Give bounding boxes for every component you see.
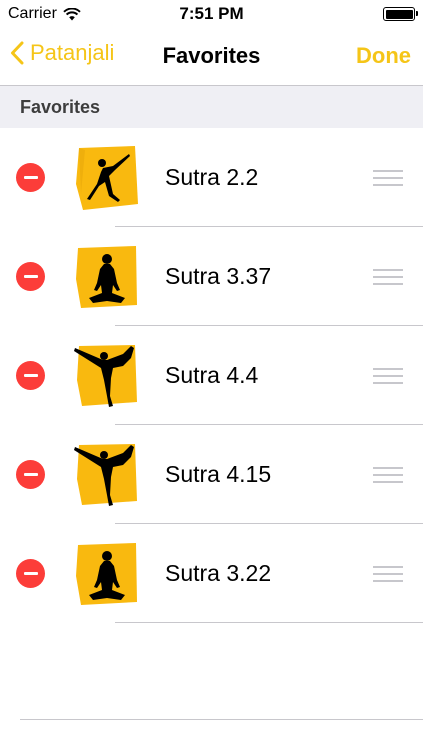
lotus-pose-icon (76, 246, 137, 308)
list-item[interactable]: Sutra 4.4 (0, 326, 423, 425)
lotus-pose-icon (76, 543, 137, 605)
status-bar: Carrier 7:51 PM (0, 0, 423, 28)
reorder-handle[interactable] (373, 170, 403, 186)
carrier-label: Carrier (8, 5, 57, 22)
reorder-handle[interactable] (373, 467, 403, 483)
wifi-icon (63, 7, 81, 20)
list-item[interactable]: Sutra 3.22 (0, 524, 423, 623)
row-label: Sutra 2.2 (165, 164, 259, 190)
list-item[interactable]: Sutra 2.2 (0, 128, 423, 227)
done-button[interactable]: Done (356, 43, 411, 69)
row-label: Sutra 3.37 (165, 263, 272, 289)
dancer-pose-icon (74, 345, 137, 407)
footer-divider (20, 719, 423, 720)
delete-button[interactable] (16, 559, 45, 588)
list-item[interactable]: Sutra 4.15 (0, 425, 423, 524)
section-header: Favorites (0, 85, 423, 128)
triangle-pose-icon (76, 146, 138, 210)
back-button[interactable]: Patanjali (10, 40, 114, 66)
section-header-label: Favorites (20, 96, 101, 117)
delete-button[interactable] (16, 262, 45, 291)
reorder-handle[interactable] (373, 566, 403, 582)
delete-button[interactable] (16, 460, 45, 489)
navigation-bar: Patanjali Favorites Done (0, 28, 423, 85)
battery-icon (383, 7, 418, 21)
row-label: Sutra 4.4 (165, 362, 259, 388)
row-label: Sutra 4.15 (165, 461, 272, 487)
reorder-handle[interactable] (373, 368, 403, 384)
delete-button[interactable] (16, 163, 45, 192)
favorites-list: Sutra 2.2 Sutra 3.37 Sutra 4.4 Sutra 4.1… (0, 128, 423, 623)
reorder-handle[interactable] (373, 269, 403, 285)
chevron-left-icon (11, 41, 24, 65)
status-left: Carrier (8, 5, 148, 23)
row-label: Sutra 3.22 (165, 560, 272, 586)
delete-button[interactable] (16, 361, 45, 390)
list-item[interactable]: Sutra 3.37 (0, 227, 423, 326)
status-right (383, 7, 418, 21)
dancer-pose-icon (74, 444, 137, 506)
back-button-label: Patanjali (30, 40, 115, 65)
